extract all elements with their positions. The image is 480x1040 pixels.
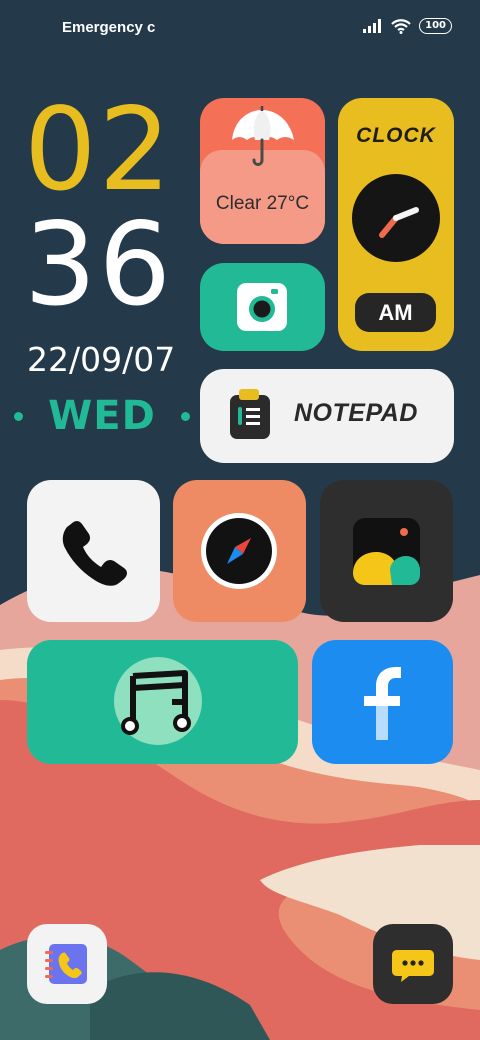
contacts-icon xyxy=(45,944,87,984)
camera-icon xyxy=(237,283,287,331)
gallery-app[interactable] xyxy=(320,480,453,622)
facebook-app[interactable] xyxy=(312,640,453,764)
status-carrier-text: Emergency c xyxy=(62,19,156,36)
clock-widget[interactable]: CLOCK AM xyxy=(338,98,454,351)
music-note-icon xyxy=(114,657,202,745)
clock-hour[interactable]: 02 xyxy=(24,90,173,210)
message-icon xyxy=(392,950,434,982)
date-text: 22/09/07 xyxy=(27,340,176,379)
camera-widget[interactable] xyxy=(200,263,325,351)
facebook-icon xyxy=(364,667,401,740)
compass-icon xyxy=(201,513,277,589)
phone-icon xyxy=(62,521,128,586)
clock-minute[interactable]: 36 xyxy=(24,205,173,325)
wifi-icon xyxy=(391,19,411,34)
signal-icon xyxy=(363,19,382,33)
compass-app[interactable] xyxy=(173,480,306,622)
analog-clock-icon xyxy=(352,174,440,262)
day-dot-right xyxy=(181,411,190,421)
status-icons: 100 xyxy=(363,18,452,34)
phone-app[interactable] xyxy=(27,480,160,622)
battery-indicator: 100 xyxy=(419,18,452,34)
music-app[interactable] xyxy=(27,640,298,764)
am-pm-label: AM xyxy=(355,293,436,332)
weather-text: Clear 27°C xyxy=(215,193,310,214)
day-row: WED xyxy=(14,390,190,442)
day-dot-left xyxy=(14,411,23,421)
notepad-label: NOTEPAD xyxy=(294,399,418,427)
messages-app[interactable] xyxy=(373,924,453,1004)
gallery-icon xyxy=(353,518,420,585)
day-text: WED xyxy=(48,393,156,439)
weather-widget[interactable]: Clear 27°C xyxy=(200,98,325,244)
contacts-app[interactable] xyxy=(27,924,107,1004)
notepad-widget[interactable]: NOTEPAD xyxy=(200,369,454,463)
umbrella-icon xyxy=(232,106,294,166)
clipboard-icon xyxy=(230,389,270,439)
